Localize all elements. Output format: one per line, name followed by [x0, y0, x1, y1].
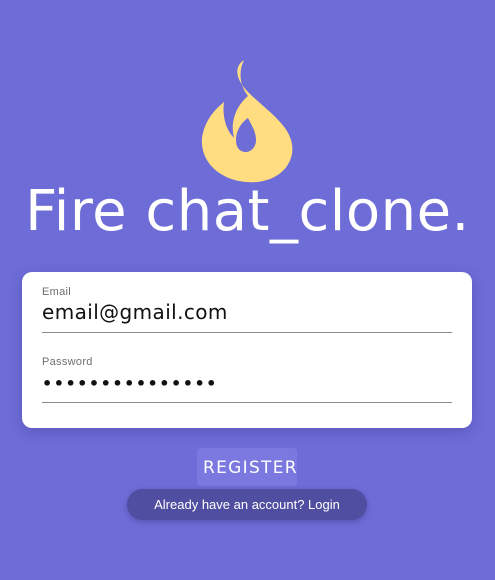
password-field[interactable]: Password — [42, 354, 452, 403]
app-title: Fire chat_clone. — [25, 179, 470, 244]
email-label: Email — [42, 286, 72, 298]
password-label: Password — [42, 356, 93, 368]
email-field[interactable]: Email — [42, 284, 452, 333]
login-form-card: Email Password — [22, 272, 472, 428]
login-link[interactable]: Already have an account? Login — [127, 489, 367, 520]
register-page: Fire chat_clone. Email Password REGISTER… — [0, 0, 495, 580]
flame-icon — [196, 58, 298, 184]
password-input[interactable] — [42, 374, 452, 393]
email-input[interactable] — [42, 300, 452, 324]
register-button[interactable]: REGISTER — [197, 448, 297, 486]
